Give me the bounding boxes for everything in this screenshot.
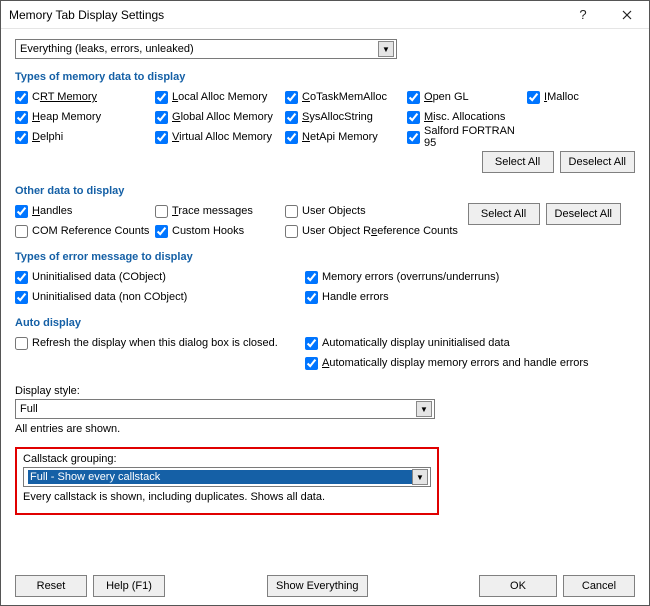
- chk-delphi[interactable]: Delphi: [15, 129, 155, 145]
- chevron-down-icon: ▼: [416, 401, 432, 417]
- chk-heap[interactable]: Heap Memory: [15, 109, 155, 125]
- show-everything-button[interactable]: Show Everything: [267, 575, 368, 597]
- chk-crt[interactable]: CRT Memory: [15, 89, 155, 105]
- titlebar: Memory Tab Display Settings ?: [1, 1, 649, 29]
- reset-button[interactable]: Reset: [15, 575, 87, 597]
- display-style-value: Full: [20, 403, 38, 415]
- section-types-memory: Types of memory data to display: [15, 71, 635, 83]
- chk-virtual[interactable]: Virtual Alloc Memory: [155, 129, 285, 145]
- chk-userobjref[interactable]: User Object Reeference Counts: [285, 223, 525, 239]
- chk-uninit-noncobj[interactable]: Uninitialised data (non CObject): [15, 289, 305, 305]
- chk-sysalloc[interactable]: SysAllocString: [285, 109, 407, 125]
- chk-global[interactable]: Global Alloc Memory: [155, 109, 285, 125]
- all-entries-text: All entries are shown.: [15, 423, 635, 435]
- dialog-window: Memory Tab Display Settings ? Everything…: [0, 0, 650, 606]
- chk-netapi[interactable]: NetApi Memory: [285, 129, 407, 145]
- display-style-label: Display style:: [15, 385, 635, 397]
- chk-imalloc[interactable]: IMalloc: [527, 89, 617, 105]
- titlebar-text: Memory Tab Display Settings: [9, 8, 561, 22]
- callstack-value: Full - Show every callstack: [28, 470, 412, 484]
- deselect-all-button-2[interactable]: Deselect All: [546, 203, 621, 225]
- chk-uninit-cobj[interactable]: Uninitialised data (CObject): [15, 269, 305, 285]
- select-all-button-1[interactable]: Select All: [482, 151, 554, 173]
- chk-local[interactable]: Local Alloc Memory: [155, 89, 285, 105]
- section-other-data: Other data to display: [15, 185, 635, 197]
- display-style-combo[interactable]: Full ▼: [15, 399, 435, 419]
- chk-auto-uninit[interactable]: Automatically display uninitialised data: [305, 335, 625, 351]
- callstack-highlight: Callstack grouping: Full - Show every ca…: [15, 447, 439, 515]
- section-error-types: Types of error message to display: [15, 251, 635, 263]
- chk-handles[interactable]: Handles: [15, 203, 155, 219]
- chk-comref[interactable]: COM Reference Counts: [15, 223, 155, 239]
- section-auto-display: Auto display: [15, 317, 635, 329]
- bottom-button-bar: Reset Help (F1) Show Everything OK Cance…: [15, 563, 635, 597]
- chk-auto-memerr[interactable]: Automatically display memory errors and …: [305, 355, 625, 371]
- chevron-down-icon: ▼: [378, 41, 394, 57]
- main-filter-combo[interactable]: Everything (leaks, errors, unleaked) ▼: [15, 39, 397, 59]
- close-icon[interactable]: [605, 1, 649, 29]
- help-icon[interactable]: ?: [561, 1, 605, 29]
- chk-opengl[interactable]: Open GL: [407, 89, 527, 105]
- auto-display-grid: Refresh the display when this dialog box…: [15, 335, 635, 371]
- callstack-combo[interactable]: Full - Show every callstack ▼: [23, 467, 431, 487]
- chk-refresh[interactable]: Refresh the display when this dialog box…: [15, 335, 305, 351]
- chk-memerrors[interactable]: Memory errors (overruns/underruns): [305, 269, 585, 285]
- ok-button[interactable]: OK: [479, 575, 557, 597]
- chk-misc[interactable]: Misc. Allocations: [407, 109, 527, 125]
- cancel-button[interactable]: Cancel: [563, 575, 635, 597]
- main-filter-value: Everything (leaks, errors, unleaked): [20, 43, 194, 55]
- chk-cotask[interactable]: CoTaskMemAlloc: [285, 89, 407, 105]
- callstack-desc: Every callstack is shown, including dupl…: [23, 491, 431, 503]
- error-types-grid: Uninitialised data (CObject) Memory erro…: [15, 269, 635, 305]
- chk-salford[interactable]: Salford FORTRAN 95: [407, 129, 527, 145]
- deselect-all-button-1[interactable]: Deselect All: [560, 151, 635, 173]
- memory-type-grid: CRT Memory Local Alloc Memory CoTaskMemA…: [15, 89, 635, 145]
- chk-trace[interactable]: Trace messages: [155, 203, 285, 219]
- dialog-content: Everything (leaks, errors, unleaked) ▼ T…: [1, 29, 649, 605]
- select-all-button-2[interactable]: Select All: [468, 203, 540, 225]
- help-button[interactable]: Help (F1): [93, 575, 165, 597]
- chk-customhooks[interactable]: Custom Hooks: [155, 223, 285, 239]
- callstack-label: Callstack grouping:: [23, 453, 431, 465]
- chevron-down-icon: ▼: [412, 469, 428, 485]
- chk-handleerrors[interactable]: Handle errors: [305, 289, 585, 305]
